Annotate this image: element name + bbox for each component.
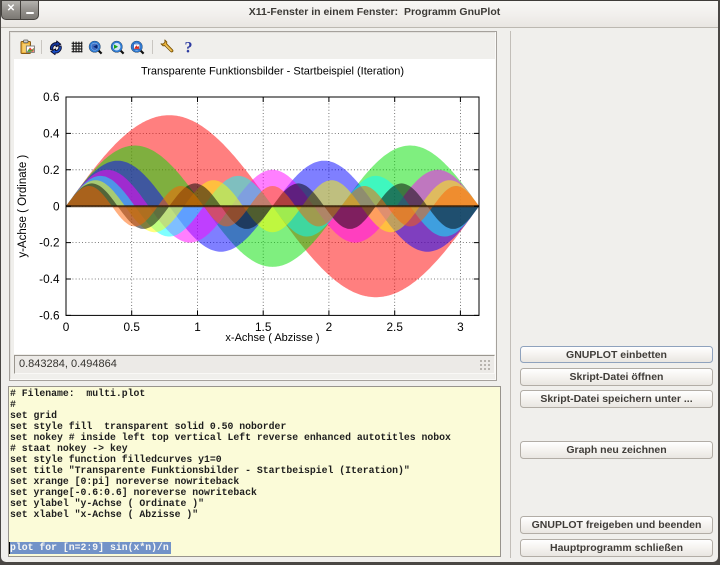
svg-text:0.2: 0.2 — [43, 163, 59, 177]
svg-text:0.5: 0.5 — [123, 320, 140, 334]
svg-text:1: 1 — [194, 320, 201, 334]
svg-text:0: 0 — [53, 199, 60, 213]
svg-text:2: 2 — [326, 320, 333, 334]
svg-text:0: 0 — [63, 320, 70, 334]
svg-text:-0.2: -0.2 — [39, 236, 59, 250]
svg-text:-0.6: -0.6 — [39, 309, 60, 323]
svg-text:y-Achse ( Ordinate ): y-Achse ( Ordinate ) — [17, 155, 29, 258]
svg-text:-0.4: -0.4 — [39, 272, 60, 286]
svg-text:?: ? — [185, 39, 193, 56]
svg-text:Transparente Funktionsbilder -: Transparente Funktionsbilder - Startbeis… — [141, 66, 404, 78]
svg-text:3: 3 — [457, 320, 464, 334]
svg-text:x-Achse ( Abzisse ): x-Achse ( Abzisse ) — [225, 332, 319, 344]
svg-text:2.5: 2.5 — [386, 320, 403, 334]
svg-text:0.6: 0.6 — [43, 90, 60, 104]
svg-text:0.4: 0.4 — [43, 127, 60, 141]
